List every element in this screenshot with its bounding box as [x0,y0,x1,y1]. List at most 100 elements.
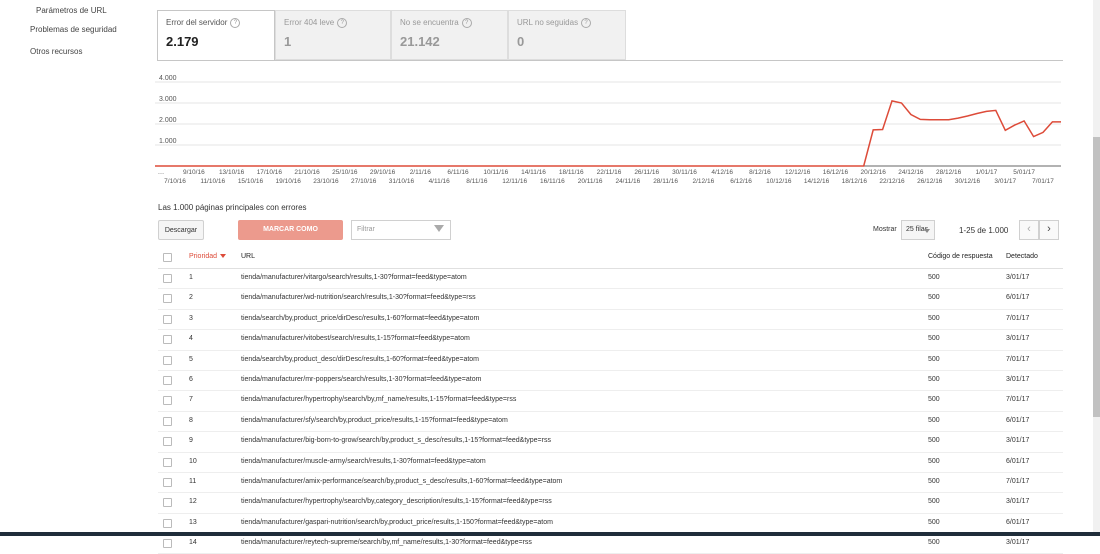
scrollbar-thumb[interactable] [1093,137,1100,417]
x-tick-label: 12/12/16 [785,169,811,176]
row-checkbox[interactable] [163,416,172,426]
tab-not-found[interactable]: No se encuentra? 21.142 [391,10,508,60]
row-checkbox[interactable] [163,314,172,324]
table-row[interactable]: 8 tienda/manufacturer/sfy/search/by,produ… [158,412,1063,433]
x-tick-label: 22/11/16 [597,169,622,176]
priority-cell: 6 [189,375,193,383]
tab-label: Error 404 leve? [284,18,348,28]
table-row[interactable]: 12 tienda/manufacturer/hypertrophy/search… [158,493,1063,514]
x-tick-label: 23/10/16 [313,178,339,185]
row-checkbox[interactable] [163,498,172,508]
row-checkbox[interactable] [163,274,172,283]
x-tick-label: 7/10/16 [164,178,186,185]
select-all-checkbox[interactable] [163,253,172,262]
url-cell[interactable]: tienda/search/by,product_desc/dirDesc/re… [241,356,479,363]
prev-page-button[interactable]: ‹ [1019,220,1039,240]
x-tick-label: 14/12/16 [804,178,830,185]
table-row[interactable]: 4 tienda/manufacturer/vitobest/search/res… [158,330,1063,351]
row-checkbox[interactable] [163,335,172,345]
tab-soft-404[interactable]: Error 404 leve? 1 [275,10,391,60]
x-tick-label: 24/12/16 [898,169,924,176]
url-cell[interactable]: tienda/manufacturer/sfy/search/by,produc… [241,417,508,424]
url-cell[interactable]: tienda/manufacturer/mr-poppers/search/re… [241,376,481,383]
detected-date-cell: 3/01/17 [1006,539,1030,547]
row-checkbox[interactable] [163,294,172,304]
priority-cell: 11 [189,477,197,485]
table-row[interactable]: 14 tienda/manufacturer/reytech-supreme/se… [158,534,1063,554]
detected-column-header[interactable]: Detectado [1006,253,1038,260]
sidebar-item-url-parameters[interactable]: Parámetros de URL [36,6,107,15]
tab-label: URL no seguidas? [517,18,592,28]
table-row[interactable]: 6 tienda/manufacturer/mr-poppers/search/r… [158,371,1063,392]
x-tick-label: 26/12/16 [917,178,943,185]
next-page-button[interactable]: › [1039,220,1059,240]
x-tick-label: 12/11/16 [502,178,527,185]
row-checkbox[interactable] [163,437,172,447]
table-row[interactable]: 5 tienda/search/by,product_desc/dirDesc/r… [158,351,1063,371]
url-cell[interactable]: tienda/manufacturer/big-born-to-grow/sea… [241,437,551,444]
row-checkbox[interactable] [163,477,172,487]
x-tick-label: 29/10/16 [370,169,396,176]
table-row[interactable]: 9 tienda/manufacturer/big-born-to-grow/se… [158,432,1063,453]
url-cell[interactable]: tienda/manufacturer/amix-performance/sea… [241,478,562,485]
help-icon[interactable]: ? [581,18,592,28]
x-tick-label: 13/10/16 [219,169,245,176]
filter-placeholder: Filtrar [357,226,375,233]
tab-server-error[interactable]: Error del servidor? 2.179 [157,10,275,60]
table-row[interactable]: 7 tienda/manufacturer/hypertrophy/search/… [158,391,1063,412]
x-tick-label: 10/11/16 [483,169,508,176]
mark-as-fixed-button[interactable]: MARCAR COMO SOLUCIONADOS (0) [238,220,343,253]
row-checkbox[interactable] [163,518,172,528]
table-row[interactable]: 2 tienda/manufacturer/wd-nutrition/search… [158,289,1063,310]
page-scrollbar[interactable] [1093,0,1100,536]
tab-count: 0 [517,34,525,49]
x-tick-label: 27/10/16 [351,178,377,185]
code-column-header[interactable]: Código de respuesta [928,253,993,260]
url-cell[interactable]: tienda/manufacturer/hypertrophy/search/b… [241,396,516,403]
url-cell[interactable]: tienda/manufacturer/hypertrophy/search/b… [241,498,552,505]
response-code-cell: 500 [928,416,940,424]
url-column-header[interactable]: URL [241,253,255,260]
priority-cell: 14 [189,539,197,547]
url-cell[interactable]: tienda/manufacturer/gaspari-nutrition/se… [241,519,553,526]
rows-per-page-select[interactable]: 25 filas [901,220,935,240]
tab-count: 1 [284,34,292,49]
y-tick-label: 2.000 [159,117,177,124]
table-row[interactable]: 3 tienda/search/by,product_price/dirDesc/… [158,310,1063,331]
detected-date-cell: 7/01/17 [1006,314,1030,322]
help-icon[interactable]: ? [461,18,472,28]
url-cell[interactable]: tienda/manufacturer/wd-nutrition/search/… [241,294,476,301]
x-tick-label: 10/12/16 [766,178,792,185]
table-row[interactable]: 10 tienda/manufacturer/muscle-army/search… [158,453,1063,473]
table-row[interactable]: 1 tienda/manufacturer/vitargo/search/resu… [158,269,1063,290]
row-checkbox[interactable] [163,375,172,385]
row-checkbox[interactable] [163,457,172,467]
response-code-cell: 500 [928,477,940,485]
url-cell[interactable]: tienda/manufacturer/vitargo/search/resul… [241,274,467,281]
tab-unfollowed-urls[interactable]: URL no seguidas? 0 [508,10,626,60]
priority-cell: 12 [189,498,197,506]
x-tick-label: 8/12/16 [749,169,771,176]
priority-column-header[interactable]: Prioridad [189,253,227,260]
url-cell[interactable]: tienda/manufacturer/muscle-army/search/r… [241,458,486,465]
response-code-cell: 500 [928,518,940,526]
row-checkbox[interactable] [163,396,172,406]
errors-table: Prioridad URL Código de respuesta Detect… [158,248,1063,554]
help-icon[interactable]: ? [230,18,241,28]
tab-label-text: No se encuentra [400,18,459,28]
sidebar-item-security-issues[interactable]: Problemas de seguridad [30,25,117,34]
url-cell[interactable]: tienda/search/by,product_price/dirDesc/r… [241,315,479,322]
y-tick-label: 4.000 [159,75,177,82]
filter-input[interactable]: Filtrar [351,220,451,240]
x-tick-label: 22/12/16 [879,178,905,185]
url-cell[interactable]: tienda/manufacturer/reytech-supreme/sear… [241,539,532,546]
taskbar [0,532,1100,536]
table-row[interactable]: 11 tienda/manufacturer/amix-performance/s… [158,473,1063,494]
x-tick-label: 17/10/16 [257,169,283,176]
row-checkbox[interactable] [163,539,172,549]
url-cell[interactable]: tienda/manufacturer/vitobest/search/resu… [241,335,470,342]
sidebar-item-other-resources[interactable]: Otros recursos [30,47,82,56]
download-button[interactable]: Descargar [158,220,204,240]
help-icon[interactable]: ? [337,18,348,28]
row-checkbox[interactable] [163,355,172,365]
